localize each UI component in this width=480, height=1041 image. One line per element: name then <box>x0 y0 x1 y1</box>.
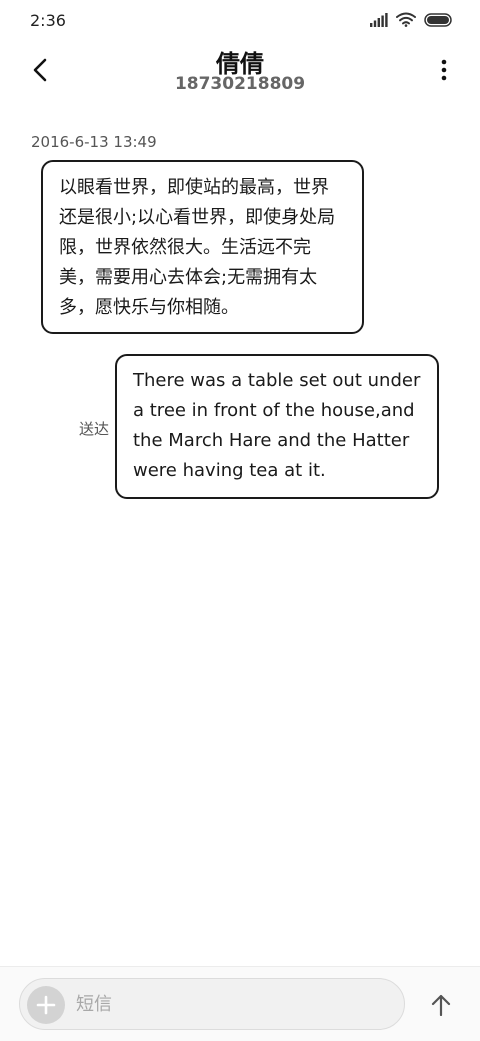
status-icons <box>370 12 453 27</box>
incoming-message-bubble[interactable]: 以眼看世界，即使站的最高，世界还是很小;以心看世界，即使身处局限，世界依然很大。… <box>41 160 364 334</box>
delivery-status: 送达 <box>79 420 110 438</box>
contact-phone-number: 18730218809 <box>174 74 306 94</box>
composer-bar <box>0 966 480 1041</box>
add-attachment-button[interactable] <box>27 986 65 1024</box>
status-time: 2:36 <box>30 11 66 30</box>
message-text: There was a table set out under a tree i… <box>133 370 421 481</box>
message-input[interactable] <box>76 987 386 1021</box>
more-vert-icon <box>441 59 447 81</box>
battery-icon <box>424 12 452 27</box>
status-bar: 2:36 <box>0 0 480 42</box>
conversation-header: 倩倩 18730218809 <box>0 42 480 108</box>
wifi-icon <box>396 12 416 27</box>
send-button[interactable] <box>426 990 456 1020</box>
message-timestamp: 2016-6-13 13:49 <box>31 133 157 151</box>
outgoing-message-bubble[interactable]: There was a table set out under a tree i… <box>115 354 439 499</box>
message-input-container <box>19 978 405 1030</box>
send-arrow-icon <box>431 994 451 1016</box>
plus-icon <box>36 995 56 1015</box>
message-text: 以眼看世界，即使站的最高，世界还是很小;以心看世界，即使身处局限，世界依然很大。… <box>59 177 336 318</box>
more-options-button[interactable] <box>432 52 456 88</box>
signal-icon <box>370 12 388 27</box>
